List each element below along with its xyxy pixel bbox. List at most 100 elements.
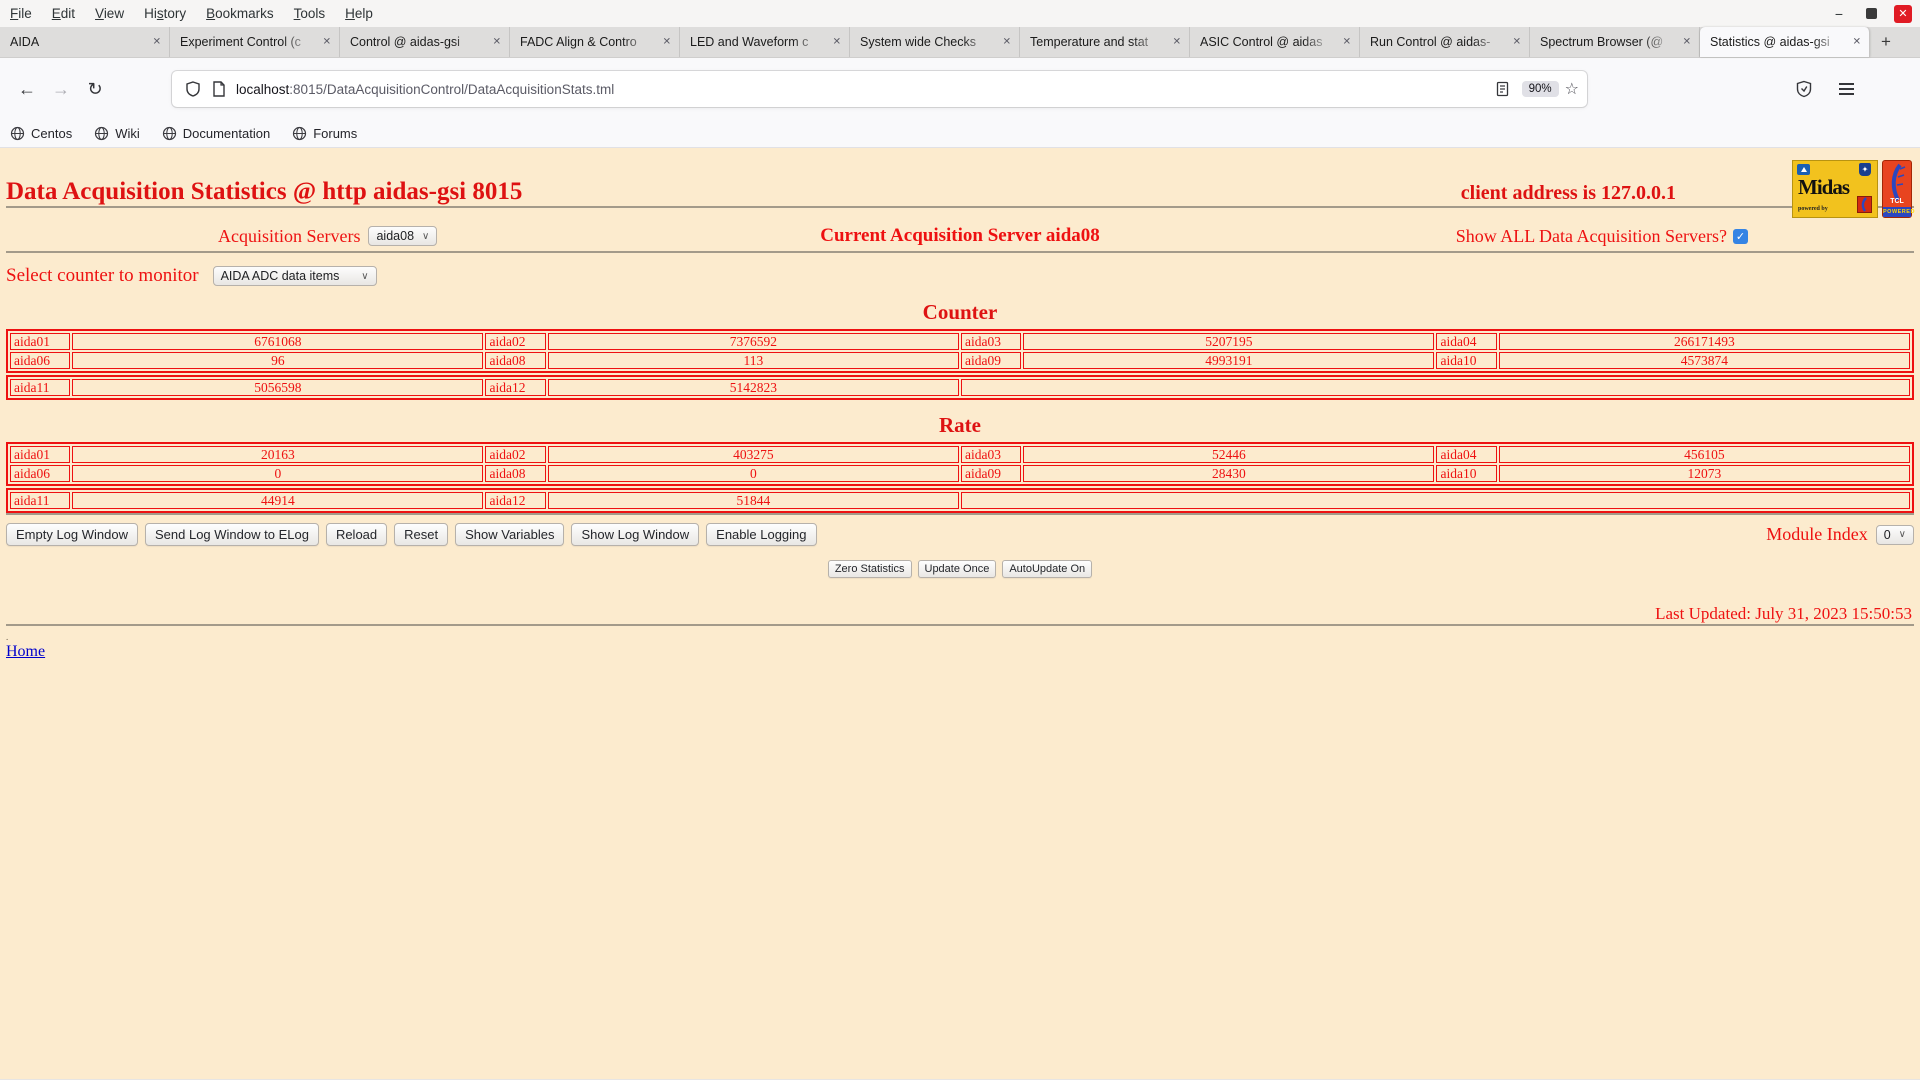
log-buttons-row: Empty Log Window Send Log Window to ELog R… [6,523,1914,546]
tcl-powered-logo: TCL POWERED [1882,160,1914,218]
update-once-button[interactable]: Update Once [917,560,997,578]
show-log-window-button[interactable]: Show Log Window [571,523,700,546]
show-all-checkbox[interactable]: ✓ [1733,228,1748,244]
page-header: Data Acquisition Statistics @ http aidas… [6,148,1914,206]
module-index-value: 0 [1883,527,1891,542]
reader-mode-icon[interactable] [1490,76,1516,102]
tab[interactable]: LED and Waveform c ✕ [680,27,850,57]
show-all-label: Show ALL Data Acquisition Servers? [1455,225,1727,246]
bookmark-label: Documentation [182,126,271,141]
tab[interactable]: Run Control @ aidas- ✕ [1360,27,1530,57]
home-link[interactable]: Home [6,643,45,661]
zoom-level-badge[interactable]: 90% [1521,81,1559,97]
navigation-toolbar: ← → ↻ localhost:8015/DataAcquisitionCont… [0,58,1920,120]
chevron-down-icon: ∨ [1898,529,1906,540]
midas-logo-text: Midas [1798,175,1850,199]
menu-hamburger-icon[interactable] [1839,80,1854,97]
table-row: aida11 44914 aida12 51844 [10,492,1910,509]
tab-close-icon[interactable]: ✕ [1511,35,1523,50]
current-server-text: Current Acquisition Server aida08 [820,225,1100,246]
tab-close-icon[interactable]: ✕ [151,35,163,50]
tab[interactable]: Spectrum Browser (@ ✕ [1530,27,1700,57]
url-bar[interactable]: localhost:8015/DataAcquisitionControl/Da… [172,71,1587,107]
cell-value: 403275 [547,446,959,463]
reload-button[interactable]: ↻ [78,72,112,106]
bookmark-star-icon[interactable]: ☆ [1565,79,1579,99]
tab-close-icon[interactable]: ✕ [831,35,843,50]
tab-close-icon[interactable]: ✕ [1171,35,1183,50]
back-button[interactable]: ← [10,72,44,106]
bookmark-label: Wiki [115,126,140,141]
cell-empty [960,379,1910,396]
last-updated-text: Last Updated: July 31, 2023 15:50:53 [1655,604,1912,623]
menu-item-view[interactable]: View [85,3,134,24]
cell-name: aida02 [485,333,546,350]
tab-close-icon[interactable]: ✕ [661,35,673,50]
menu-item-tools[interactable]: Tools [284,3,336,24]
divider [6,624,1914,626]
counter-type-select[interactable]: AIDA ADC data items ∨ [212,266,377,286]
send-log-window-to-elog-button[interactable]: Send Log Window to ELog [145,523,319,546]
bookmark-documentation[interactable]: Documentation [162,126,270,141]
bookmark-wiki[interactable]: Wiki [94,126,140,141]
tcl-feather-icon [1891,163,1906,201]
tab[interactable]: AIDA ✕ [0,27,170,57]
cell-name: aida03 [960,333,1022,350]
enable-logging-button[interactable]: Enable Logging [706,523,817,546]
show-variables-button[interactable]: Show Variables [455,523,565,546]
page-info-icon[interactable] [206,76,232,102]
tab-close-icon[interactable]: ✕ [1341,35,1353,50]
tab-close-icon[interactable]: ✕ [491,35,503,50]
bookmark-forums[interactable]: Forums [292,126,357,141]
cell-name: aida10 [1436,465,1497,482]
tab[interactable]: Experiment Control (c ✕ [170,27,340,57]
tab[interactable]: ASIC Control @ aidas ✕ [1190,27,1360,57]
close-button[interactable]: ✕ [1894,4,1912,23]
autoupdate-on-button[interactable]: AutoUpdate On [1002,560,1093,578]
tab[interactable]: FADC Align & Contro ✕ [510,27,680,57]
tab-bar: AIDA ✕ Experiment Control (c ✕ Control @ aid… [0,27,1920,58]
reset-button[interactable]: Reset [394,523,449,546]
divider [6,251,1914,253]
minimize-button[interactable]: − [1830,5,1848,23]
tab-title: Control @ aidas-gsi [350,35,460,49]
menu-item-help[interactable]: Help [335,3,383,24]
empty-log-window-button[interactable]: Empty Log Window [6,523,138,546]
server-row: Acquisition Servers aida08 ∨ Current Acq… [6,221,1914,251]
menu-item-file[interactable]: File [0,3,42,24]
maximize-button[interactable] [1862,5,1880,23]
acquisition-server-value: aida08 [376,229,415,243]
page-title: Data Acquisition Statistics @ http aidas… [6,178,523,205]
menu-item-history[interactable]: History [134,3,196,24]
tab-close-icon[interactable]: ✕ [1001,35,1013,50]
tab[interactable]: Control @ aidas-gsi ✕ [340,27,510,57]
tab-close-icon[interactable]: ✕ [1851,35,1863,50]
shield-icon[interactable] [180,76,206,102]
cell-value: 4573874 [1498,352,1910,369]
tab-close-icon[interactable]: ✕ [1681,35,1693,50]
reload-button[interactable]: Reload [325,523,388,546]
cell-value: 28430 [1023,465,1435,482]
menu-item-bookmarks[interactable]: Bookmarks [196,3,284,24]
url-text: localhost:8015/DataAcquisitionControl/Da… [236,82,1490,97]
counter-table-last: aida11 5056598 aida12 5142823 [6,375,1914,400]
tab-close-icon[interactable]: ✕ [321,35,333,50]
menu-items: File Edit View History Bookmarks Tools Help [0,3,383,24]
menu-item-edit[interactable]: Edit [42,3,85,24]
zero-statistics-button[interactable]: Zero Statistics [827,560,912,578]
counter-select-row: Select counter to monitor AIDA ADC data … [6,265,1914,287]
new-tab-button[interactable]: + [1870,27,1902,57]
tab[interactable]: Temperature and stat ✕ [1020,27,1190,57]
forward-button[interactable]: → [44,72,78,106]
tab[interactable]: System wide Checks ✕ [850,27,1020,57]
rate-heading: Rate [939,413,981,437]
cell-name: aida12 [485,492,546,509]
tab-active[interactable]: Statistics @ aidas-gsi ✕ [1700,27,1870,57]
divider [6,206,1914,208]
tab-title: Statistics @ aidas-gsi [1710,35,1830,49]
account-shield-icon[interactable] [1795,80,1813,98]
bookmark-centos[interactable]: Centos [10,126,72,141]
acquisition-server-select[interactable]: aida08 ∨ [368,226,438,246]
cell-name: aida11 [10,492,71,509]
module-index-select[interactable]: 0 ∨ [1875,524,1914,545]
